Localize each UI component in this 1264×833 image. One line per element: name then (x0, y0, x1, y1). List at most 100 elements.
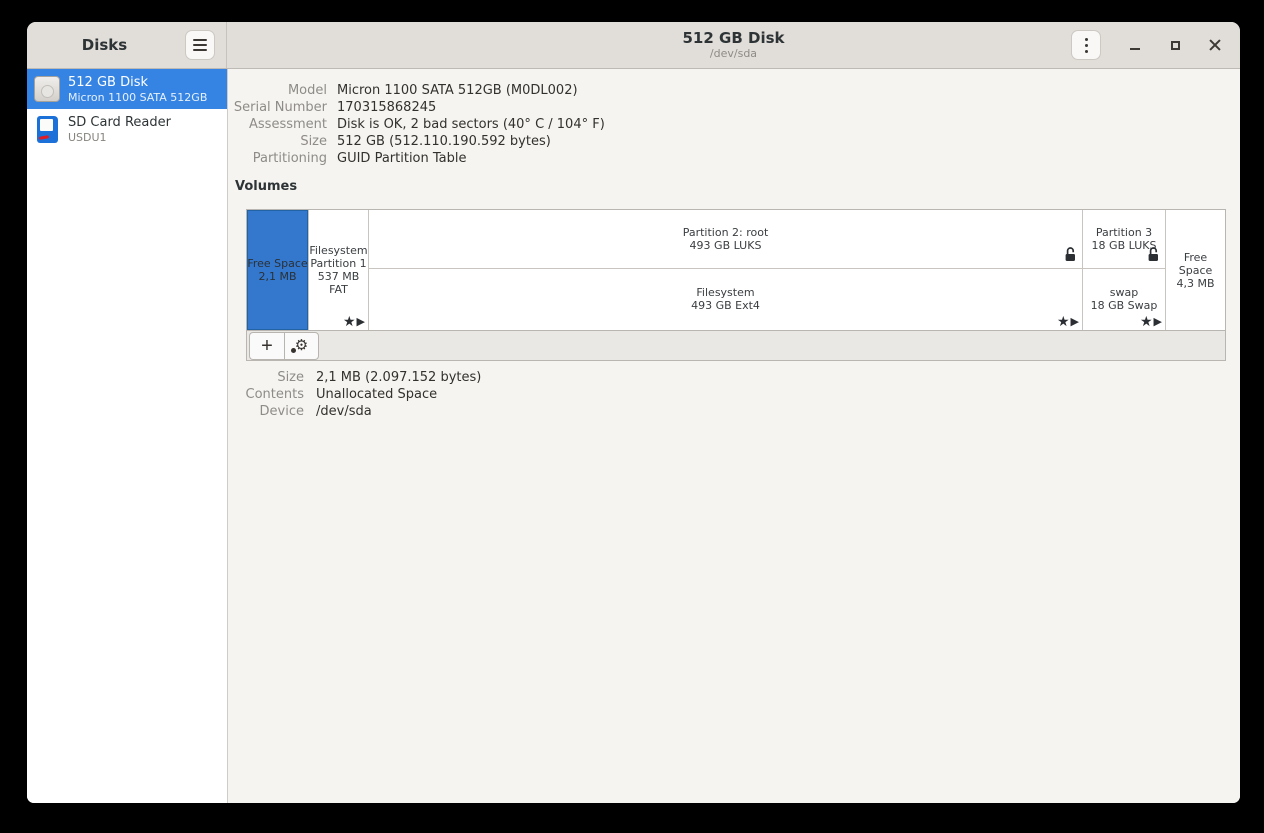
info-label: Device (229, 403, 304, 420)
volume-label: Partition 2: root (683, 226, 769, 239)
info-row-model: Model Micron 1100 SATA 512GB (M0DL002) (229, 82, 605, 99)
maximize-icon (1171, 41, 1180, 50)
volume-label: Partition 3 (1096, 226, 1152, 239)
mounted-play-icon: ▶ (1154, 315, 1162, 329)
volume-block-free-space-right[interactable]: Free Space 4,3 MB (1166, 210, 1225, 330)
info-row-contents: Contents Unallocated Space (229, 386, 481, 403)
info-label: Model (229, 82, 327, 99)
volume-label: Free Space (1166, 251, 1225, 277)
volume-size: 537 MB FAT (309, 270, 368, 296)
main-headerbar: 512 GB Disk /dev/sda (227, 22, 1240, 68)
info-row-serial: Serial Number 170315868245 (229, 99, 605, 116)
info-value: Micron 1100 SATA 512GB (M0DL002) (337, 82, 578, 99)
info-row-volume-size: Size 2,1 MB (2.097.152 bytes) (229, 369, 481, 386)
sidebar-item-title: SD Card Reader (68, 115, 171, 131)
info-label: Contents (229, 386, 304, 403)
titlebar: Disks 512 GB Disk /dev/sda (27, 22, 1240, 69)
volumes-frame: Free Space 2,1 MB Filesystem Partition 1… (246, 209, 1226, 361)
hamburger-menu-button[interactable] (185, 30, 215, 60)
volume-label: Free Space (247, 257, 307, 270)
screenshot-stage: Disks 512 GB Disk /dev/sda (0, 0, 1264, 833)
volume-cell: Filesystem Partition 1 537 MB FAT ★ ▶ (309, 210, 368, 330)
volume-label: Partition 1 (310, 257, 366, 270)
drive-info-table: Model Micron 1100 SATA 512GB (M0DL002) S… (229, 82, 605, 167)
info-label: Serial Number (229, 99, 327, 116)
mounted-play-icon: ▶ (1071, 315, 1079, 329)
unlocked-padlock-icon (1064, 246, 1077, 265)
volume-label: swap (1110, 286, 1138, 299)
volume-label: Filesystem (696, 286, 754, 299)
volume-cell-partition-3-luks[interactable]: Partition 3 18 GB LUKS (1083, 210, 1165, 269)
info-value: GUID Partition Table (337, 150, 467, 167)
info-row-partitioning: Partitioning GUID Partition Table (229, 150, 605, 167)
volume-block-partition-1[interactable]: Filesystem Partition 1 537 MB FAT ★ ▶ (309, 210, 369, 330)
bootable-star-icon: ★ (343, 315, 356, 329)
partition-options-button[interactable]: ⚙ (284, 332, 319, 360)
info-value: 170315868245 (337, 99, 436, 116)
info-value: Disk is OK, 2 bad sectors (40° C / 104° … (337, 116, 605, 133)
sidebar-headerbar: Disks (27, 22, 227, 68)
mounted-play-icon: ▶ (357, 315, 365, 329)
window-title-block: 512 GB Disk /dev/sda (683, 29, 785, 61)
volume-indicators: ★ ▶ (1140, 315, 1162, 329)
create-partition-button[interactable]: + (249, 332, 284, 360)
info-value: 512 GB (512.110.190.592 bytes) (337, 133, 551, 150)
sidebar-item-subtitle: Micron 1100 SATA 512GB (68, 91, 207, 104)
close-button[interactable] (1203, 33, 1227, 57)
plus-icon: + (261, 336, 273, 356)
info-row-assessment: Assessment Disk is OK, 2 bad sectors (40… (229, 116, 605, 133)
volume-cell-partition-2-filesystem[interactable]: Filesystem 493 GB Ext4 ★ ▶ (369, 269, 1082, 330)
info-value: Unallocated Space (316, 386, 437, 403)
info-row-device: Device /dev/sda (229, 403, 481, 420)
volume-size: 18 GB Swap (1091, 299, 1158, 312)
gear-icon: ⚙ (295, 338, 308, 353)
bootable-star-icon: ★ (1057, 315, 1070, 329)
info-label: Partitioning (229, 150, 327, 167)
app-title: Disks (82, 36, 127, 54)
volume-indicators: ★ ▶ (343, 315, 365, 329)
sidebar-item-512gb-disk[interactable]: 512 GB Disk Micron 1100 SATA 512GB (27, 69, 227, 109)
volume-block-partition-3: Partition 3 18 GB LUKS swap 18 GB Swap ★ (1083, 210, 1166, 330)
bootable-star-icon: ★ (1140, 315, 1153, 329)
close-icon (1209, 39, 1221, 51)
drive-menu-button[interactable] (1071, 30, 1101, 60)
volume-block-free-space-left[interactable]: Free Space 2,1 MB (247, 210, 309, 330)
device-sidebar: 512 GB Disk Micron 1100 SATA 512GB SD Ca… (27, 69, 228, 803)
disks-window: Disks 512 GB Disk /dev/sda (27, 22, 1240, 803)
volume-action-buttons: + ⚙ (249, 332, 319, 360)
selected-volume-info-table: Size 2,1 MB (2.097.152 bytes) Contents U… (229, 369, 481, 420)
info-value: /dev/sda (316, 403, 372, 420)
minimize-button[interactable] (1123, 33, 1147, 57)
sd-card-icon (37, 116, 58, 143)
volumes-grid: Free Space 2,1 MB Filesystem Partition 1… (246, 209, 1226, 331)
window-title: 512 GB Disk (683, 29, 785, 47)
volume-cell: Free Space 2,1 MB (247, 210, 308, 330)
sidebar-item-sd-card-reader[interactable]: SD Card Reader USDU1 (27, 109, 227, 149)
window-subtitle: /dev/sda (683, 47, 785, 61)
volume-size: 493 GB Ext4 (691, 299, 760, 312)
minimize-icon (1130, 48, 1140, 50)
main-content: Model Micron 1100 SATA 512GB (M0DL002) S… (229, 69, 1240, 803)
kebab-menu-icon (1085, 38, 1088, 53)
volume-size: 2,1 MB (258, 270, 296, 283)
info-label: Size (229, 369, 304, 386)
window-controls (1123, 30, 1227, 60)
info-row-size: Size 512 GB (512.110.190.592 bytes) (229, 133, 605, 150)
sidebar-item-subtitle: USDU1 (68, 131, 171, 144)
info-label: Assessment (229, 116, 327, 133)
volumes-toolbar: + ⚙ (246, 331, 1226, 361)
hard-disk-icon (34, 76, 60, 102)
volume-size: 493 GB LUKS (690, 239, 762, 252)
hamburger-icon (193, 39, 207, 51)
volume-label: Filesystem (309, 244, 367, 257)
sidebar-item-title: 512 GB Disk (68, 75, 207, 91)
volume-indicators: ★ ▶ (1057, 315, 1079, 329)
volume-size: 4,3 MB (1176, 277, 1214, 290)
volume-cell-partition-2-luks[interactable]: Partition 2: root 493 GB LUKS (369, 210, 1082, 269)
volumes-heading: Volumes (235, 179, 297, 194)
volume-block-partition-2: Partition 2: root 493 GB LUKS Filesystem… (369, 210, 1083, 330)
volume-cell-partition-3-swap[interactable]: swap 18 GB Swap ★ ▶ (1083, 269, 1165, 330)
volume-cell: Free Space 4,3 MB (1166, 210, 1225, 330)
info-value: 2,1 MB (2.097.152 bytes) (316, 369, 481, 386)
maximize-button[interactable] (1163, 33, 1187, 57)
